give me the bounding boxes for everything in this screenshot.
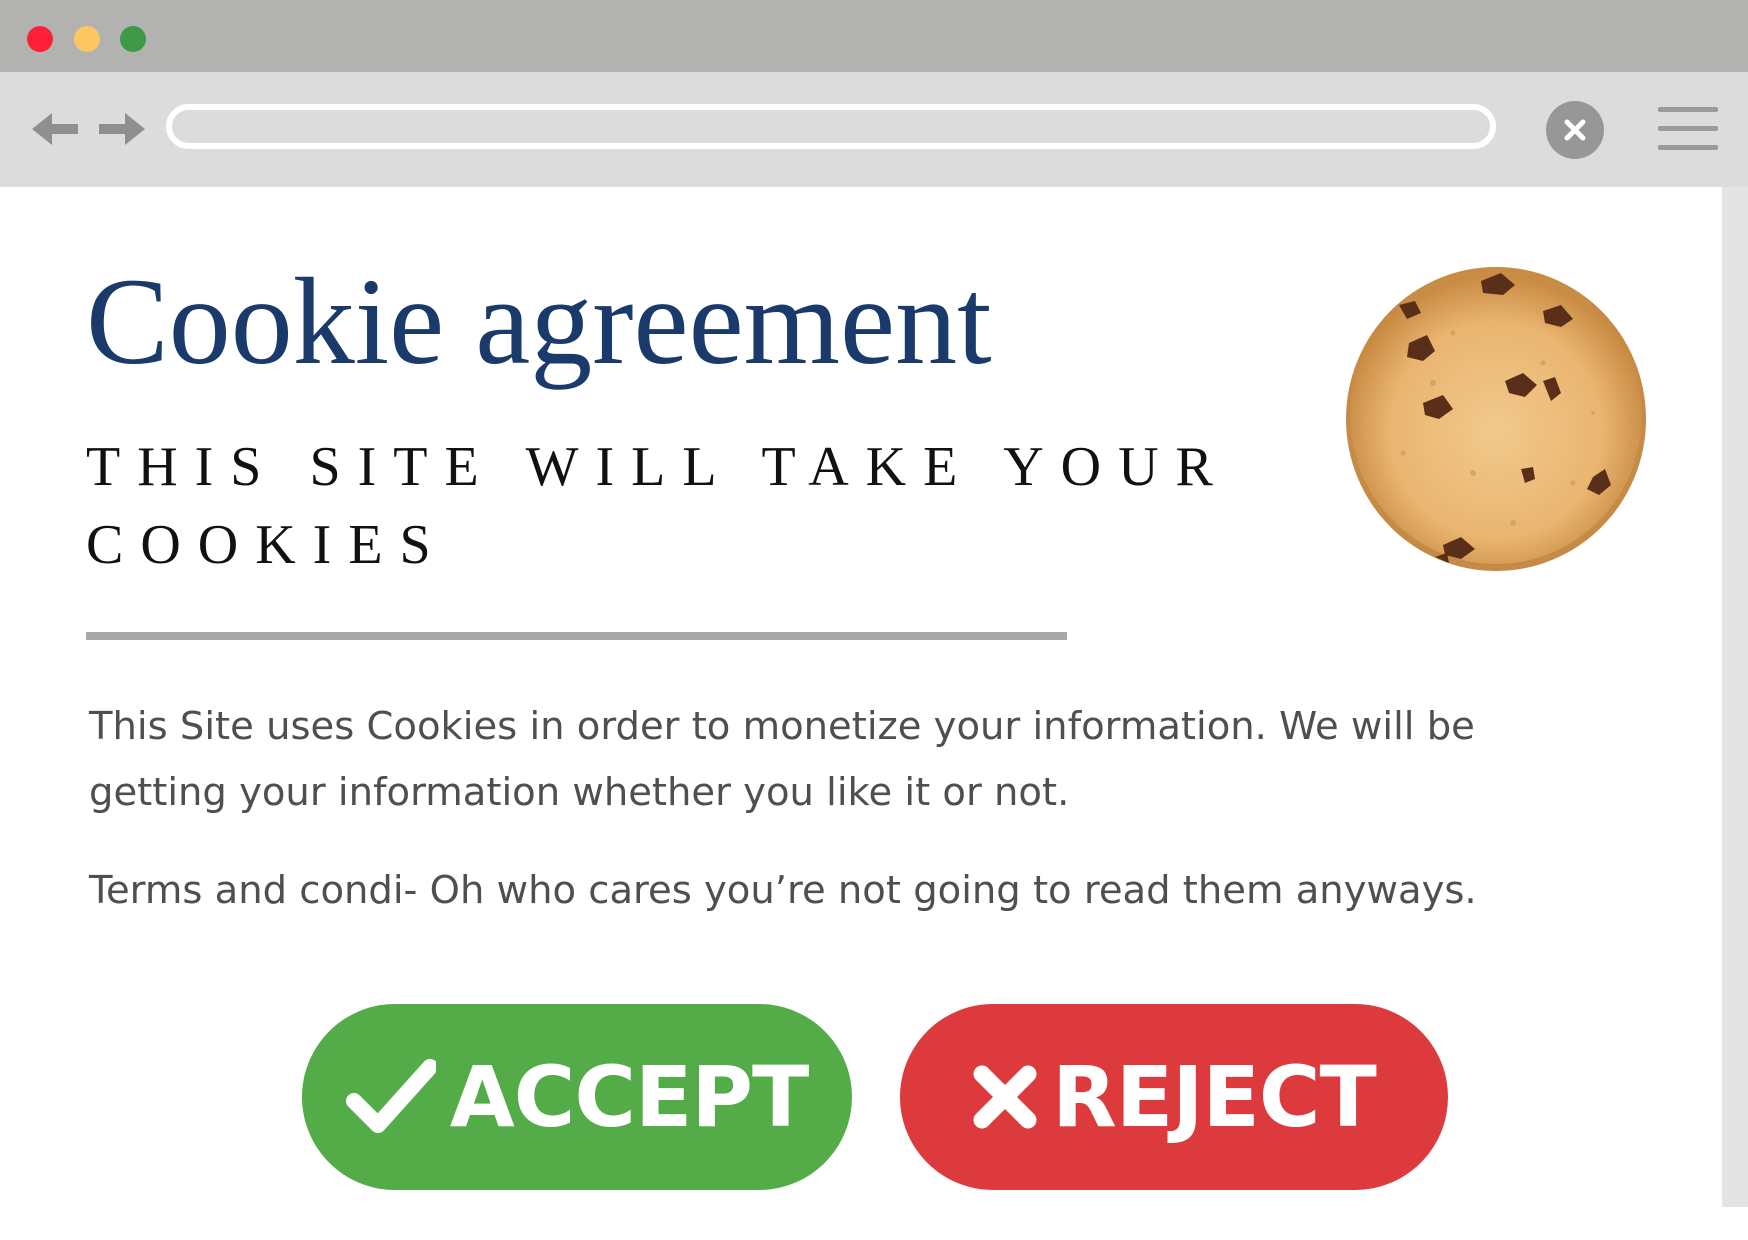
chocolate-chip-cookie-icon xyxy=(1346,267,1646,571)
forward-button[interactable] xyxy=(97,104,147,154)
x-icon xyxy=(972,1064,1038,1130)
reject-label: REJECT xyxy=(1052,1048,1377,1146)
close-tab-button[interactable] xyxy=(1546,101,1604,159)
back-button[interactable] xyxy=(30,104,80,154)
browser-toolbar xyxy=(0,72,1748,187)
arrow-left-icon xyxy=(32,113,78,145)
address-bar[interactable] xyxy=(166,104,1496,149)
section-divider xyxy=(86,632,1067,640)
accept-label: ACCEPT xyxy=(449,1048,810,1146)
page-subtitle: THIS SITE WILL TAKE YOUR COOKIES xyxy=(86,436,1230,576)
hamburger-menu-icon[interactable] xyxy=(1658,105,1718,153)
window-maximize-dot[interactable] xyxy=(120,26,146,52)
page-scrollbar[interactable] xyxy=(1722,187,1748,1207)
checkmark-icon xyxy=(345,1057,438,1137)
menu-line xyxy=(1658,126,1718,131)
close-icon xyxy=(1564,119,1586,141)
page-title: Cookie agreement xyxy=(86,253,992,390)
cookie-notice-text: This Site uses Cookies in order to monet… xyxy=(89,704,1475,815)
terms-text: Terms and condi- Oh who cares you’re not… xyxy=(89,868,1477,913)
window-minimize-dot[interactable] xyxy=(74,26,100,52)
menu-line xyxy=(1658,145,1718,150)
accept-button[interactable]: ACCEPT xyxy=(302,1004,852,1190)
window-title-bar xyxy=(0,0,1748,72)
menu-line xyxy=(1658,107,1718,112)
arrow-right-icon xyxy=(99,113,145,145)
window-close-dot[interactable] xyxy=(27,26,53,52)
reject-button[interactable]: REJECT xyxy=(900,1004,1448,1190)
